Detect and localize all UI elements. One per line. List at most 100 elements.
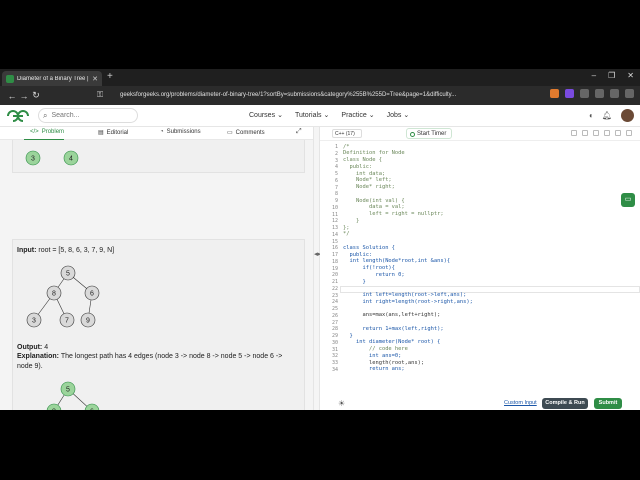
- close-tab-icon[interactable]: ✕: [92, 75, 98, 83]
- nav-courses[interactable]: Courses ⌄: [249, 111, 283, 120]
- submit-button[interactable]: Submit: [594, 398, 622, 409]
- new-tab-icon[interactable]: +: [107, 71, 113, 82]
- extensions-area: [550, 89, 634, 98]
- language-select[interactable]: C++ (17): [332, 129, 362, 138]
- tree-node-label: 7: [65, 318, 69, 325]
- tree-node-label: 3: [32, 318, 36, 325]
- settings-icon[interactable]: [571, 130, 577, 136]
- custom-input-link[interactable]: Custom Input: [504, 400, 537, 406]
- lightbulb-icon[interactable]: ☀︎: [338, 399, 345, 408]
- line-number: 10: [331, 204, 338, 211]
- menu-dots-icon[interactable]: [625, 89, 634, 98]
- tab-editorial[interactable]: ▤ Editorial: [98, 129, 128, 137]
- theme-icon[interactable]: [615, 130, 621, 136]
- site-info-icon[interactable]: ⚿: [97, 90, 105, 100]
- submissions-icon: ◔: [160, 129, 164, 135]
- code-line: return ans;: [343, 366, 405, 372]
- minimize-icon[interactable]: –: [592, 71, 596, 80]
- code-line: return 1+max(left,right);: [343, 325, 444, 332]
- code-line: int data;: [343, 170, 386, 177]
- line-number: 19: [331, 265, 338, 272]
- forward-icon[interactable]: →: [18, 91, 30, 101]
- chat-icon: ▭: [624, 196, 632, 203]
- output-value: 4: [44, 344, 49, 351]
- nav-tutorials[interactable]: Tutorials ⌄: [295, 111, 329, 120]
- line-number: 29: [331, 333, 338, 339]
- code-line: Node(int val) {: [343, 197, 405, 204]
- code-line: };: [343, 224, 350, 231]
- example-1-tree: 3 4: [25, 150, 79, 166]
- restore-icon[interactable]: ❐: [608, 71, 615, 80]
- line-number: 32: [331, 353, 338, 360]
- close-window-icon[interactable]: ✕: [627, 71, 634, 80]
- site-header: ⌕ Courses⌄ Tutorials⌄ Practice⌄ Jobs⌄ ◐ …: [0, 105, 640, 127]
- start-timer-button[interactable]: Start Timer: [406, 128, 452, 139]
- tree-node-label: 8: [52, 409, 56, 411]
- code-line: if(!root){: [343, 265, 395, 271]
- line-number: 33: [331, 360, 338, 366]
- search-icon: ⌕: [43, 110, 48, 120]
- line-number: 13: [331, 225, 338, 231]
- line-number: 2: [334, 150, 338, 157]
- url-field[interactable]: geeksforgeeks.org/problems/diameter-of-b…: [120, 89, 460, 102]
- code-line: left = right = nullptr;: [343, 211, 444, 217]
- editor-toolbar: C++ (17) Start Timer: [320, 127, 640, 141]
- profile-icon[interactable]: [610, 89, 619, 98]
- tree-node-label: 5: [66, 387, 70, 394]
- code-area[interactable]: 1 /* 2 Definition for Node 3 class Node {4 pu…: [320, 142, 640, 372]
- chevron-down-icon: ⌄: [403, 112, 410, 119]
- nav-practice[interactable]: Practice ⌄: [341, 111, 375, 120]
- search-box[interactable]: ⌕: [38, 108, 138, 123]
- tab-comments[interactable]: ▭ Comments: [227, 129, 265, 137]
- theme-toggle-icon[interactable]: ◐: [589, 111, 594, 120]
- extension-icon[interactable]: [565, 89, 574, 98]
- reset-icon[interactable]: [582, 130, 588, 136]
- browser-window: Diameter of a Binary Tree | Prac ✕ + – ❐…: [0, 69, 640, 410]
- gfg-logo-icon[interactable]: [6, 109, 30, 123]
- extension-icon[interactable]: [550, 89, 559, 98]
- address-bar: ← → ↻ ⚿ geeksforgeeks.org/problems/diame…: [0, 86, 640, 105]
- compile-run-button[interactable]: Compile & Run: [542, 398, 588, 409]
- line-number: 15: [331, 238, 338, 245]
- reload-icon[interactable]: ↻: [30, 90, 42, 101]
- tab-problem[interactable]: </> Problem: [30, 129, 64, 135]
- line-number: 1: [334, 144, 338, 150]
- extensions-puzzle-icon[interactable]: [580, 89, 589, 98]
- back-icon[interactable]: ←: [6, 91, 18, 101]
- browser-tab[interactable]: Diameter of a Binary Tree | Prac ✕: [2, 71, 102, 86]
- chevron-down-icon: ⌄: [277, 112, 283, 119]
- example-1-card: 3 4: [12, 140, 305, 173]
- line-number: 12: [331, 218, 338, 225]
- more-icon[interactable]: [626, 130, 632, 136]
- code-line: return 0;: [343, 271, 405, 278]
- header-icons: ◐ 🔔︎: [589, 111, 612, 120]
- line-number: 4: [334, 164, 338, 171]
- code-line: Definition for Node: [343, 150, 405, 157]
- example-2-content: Input: root = [5, 8, 6, 3, 7, 9, N] 5 8 …: [12, 238, 305, 410]
- pane-resizer[interactable]: ◂▸: [313, 127, 321, 410]
- line-number: 23: [331, 292, 338, 299]
- line-number: 27: [331, 319, 338, 326]
- code-line: int length(Node*root,int &ans){: [343, 258, 451, 265]
- example-input-line: Input: root = [5, 8, 6, 3, 7, 9, N]: [17, 246, 114, 256]
- expand-icon[interactable]: ⤢: [296, 128, 302, 136]
- chevron-down-icon: ⌄: [368, 112, 375, 119]
- sidebar-icon[interactable]: [595, 89, 604, 98]
- search-input[interactable]: [51, 112, 132, 119]
- tab-submissions[interactable]: ◔ Submissions: [160, 129, 201, 135]
- nav-jobs[interactable]: Jobs ⌄: [387, 111, 410, 120]
- copy-icon[interactable]: [593, 130, 599, 136]
- code-line: }: [343, 332, 353, 339]
- gfg-favicon-icon: [6, 74, 14, 83]
- avatar[interactable]: [621, 109, 634, 122]
- code-line: class Node {: [343, 157, 382, 163]
- line-number: 3: [334, 157, 338, 164]
- line-number: 22: [331, 285, 338, 292]
- timer-icon: [410, 132, 415, 137]
- fullscreen-icon[interactable]: [604, 130, 610, 136]
- tree-node-label: 3: [31, 156, 35, 163]
- input-label: Input:: [17, 247, 37, 254]
- notification-bell-icon[interactable]: 🔔︎: [602, 111, 612, 120]
- code-line: int diameter(Node* root) {: [343, 339, 441, 346]
